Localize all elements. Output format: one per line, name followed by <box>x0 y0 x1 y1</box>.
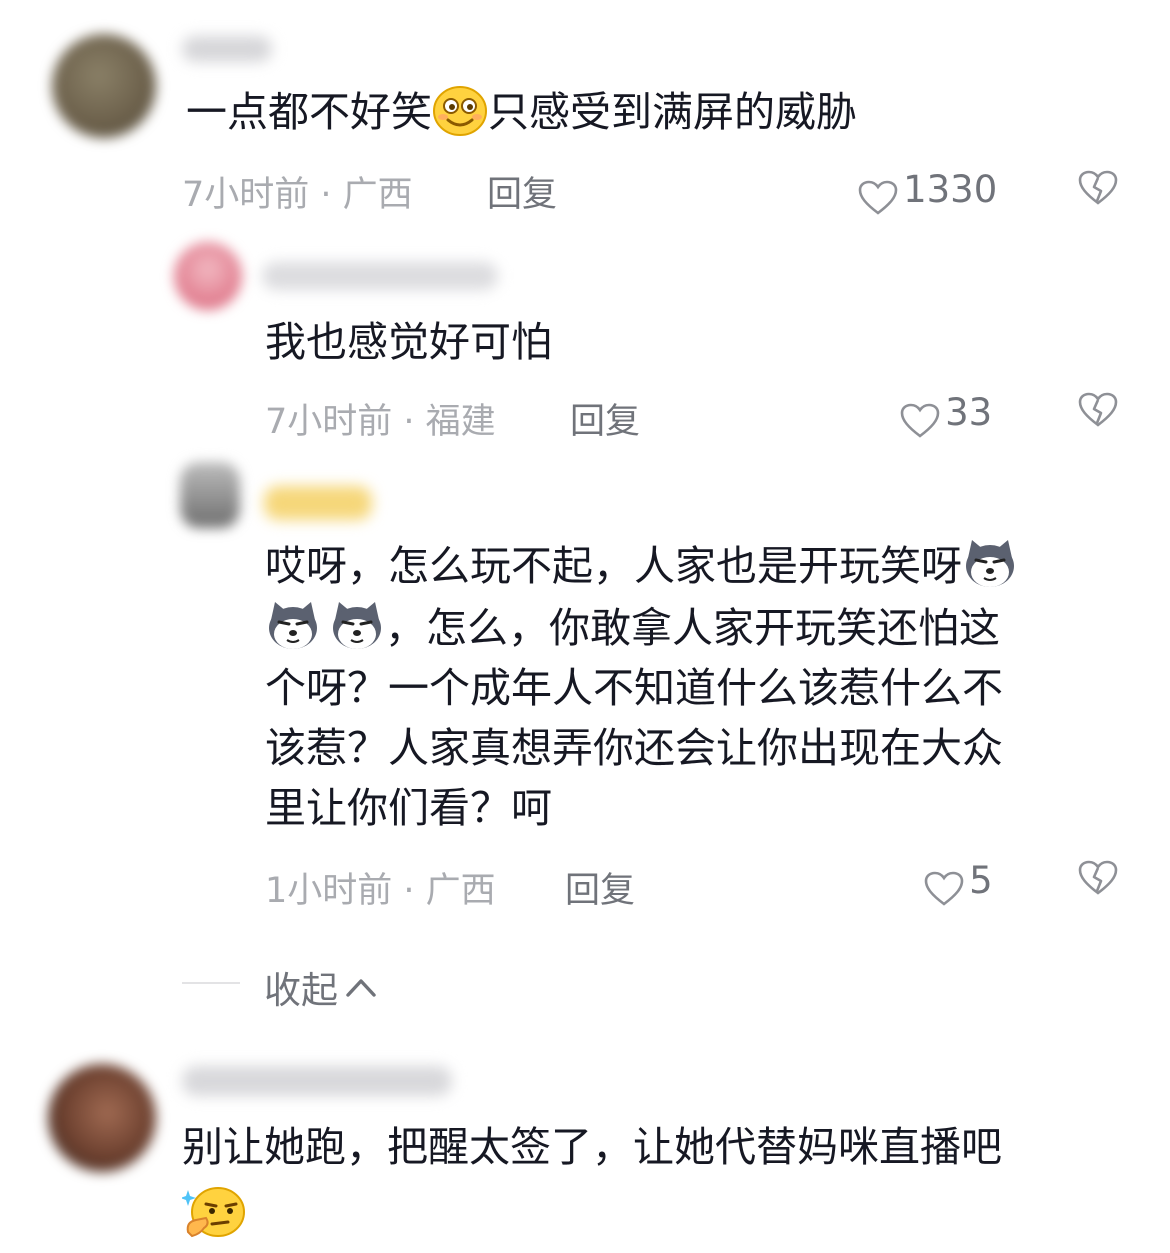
user-avatar[interactable] <box>180 462 240 528</box>
smile-face-emoji <box>433 86 487 136</box>
like-button[interactable]: 1330 <box>858 168 997 216</box>
comment-text: 一点都不好笑 只感受到满屏的威胁 <box>186 82 857 142</box>
like-button[interactable]: 33 <box>900 391 992 439</box>
reply-button[interactable]: 回复 <box>487 166 557 217</box>
chevron-up-icon <box>346 979 376 997</box>
heart-icon <box>858 180 898 215</box>
like-count: 5 <box>969 859 993 902</box>
collapse-replies-button[interactable]: 收起 <box>264 960 378 1014</box>
username[interactable] <box>262 262 498 290</box>
like-count: 1330 <box>903 168 998 211</box>
husky-dog-emoji <box>269 602 317 649</box>
username[interactable] <box>182 36 272 62</box>
username[interactable] <box>182 1066 452 1096</box>
husky-dog-emoji <box>333 602 381 649</box>
heart-icon <box>900 403 940 438</box>
dislike-broken-heart-icon[interactable] <box>1078 860 1118 896</box>
comment-text: 别让她跑，把醒太签了，让她代替妈咪直播吧 <box>182 1123 1002 1171</box>
collapse-label: 收起 <box>264 969 338 1012</box>
username[interactable] <box>264 486 372 520</box>
dislike-broken-heart-icon[interactable] <box>1078 170 1118 206</box>
comment-text: 我也感觉好可怕 <box>265 318 552 366</box>
comment-text: 哎呀，怎么玩不起，人家也是开玩笑呀 ，怎么，你敢拿人家开玩笑还怕这 个呀？一个成… <box>265 536 1018 838</box>
comment-meta: 7小时前 · 广西 <box>182 175 413 215</box>
reply-button[interactable]: 回复 <box>565 862 635 913</box>
collapse-divider <box>182 982 240 984</box>
comment-meta: 1小时前 · 广西 <box>265 871 496 911</box>
like-button[interactable]: 5 <box>924 859 993 907</box>
user-avatar[interactable] <box>48 1064 156 1172</box>
reply-button[interactable]: 回复 <box>570 393 640 444</box>
thinking-face-emoji <box>182 1187 245 1238</box>
user-avatar[interactable] <box>52 34 156 138</box>
like-count: 33 <box>945 391 993 434</box>
dislike-broken-heart-icon[interactable] <box>1078 392 1118 428</box>
user-avatar[interactable] <box>174 242 242 310</box>
comment-meta: 7小时前 · 福建 <box>265 402 496 442</box>
husky-dog-emoji <box>966 540 1014 587</box>
heart-icon <box>924 871 964 906</box>
